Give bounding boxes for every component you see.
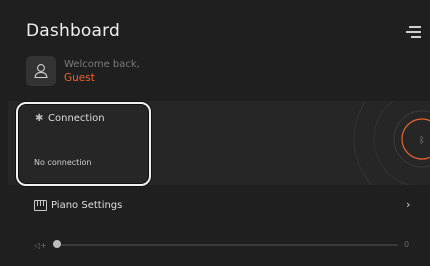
user-name: Guest bbox=[64, 72, 95, 84]
user-icon bbox=[34, 64, 48, 79]
chevron-right-icon[interactable]: › bbox=[406, 198, 410, 211]
piano-settings-label: Piano Settings bbox=[51, 200, 123, 211]
volume-slider-thumb[interactable] bbox=[53, 240, 61, 248]
volume-value: 0 bbox=[404, 240, 410, 249]
welcome-text: Welcome back, bbox=[64, 59, 140, 70]
piano-icon bbox=[34, 200, 47, 211]
page-title: Dashboard bbox=[26, 21, 121, 41]
volume-icon: ◁+ bbox=[34, 241, 47, 250]
connection-rings-graphic: ᛒ bbox=[353, 101, 430, 185]
connection-highlight-outline bbox=[16, 102, 151, 186]
hamburger-menu-icon[interactable] bbox=[406, 26, 421, 38]
avatar bbox=[26, 56, 56, 86]
volume-slider-track[interactable] bbox=[55, 244, 398, 246]
svg-text:ᛒ: ᛒ bbox=[419, 135, 424, 146]
